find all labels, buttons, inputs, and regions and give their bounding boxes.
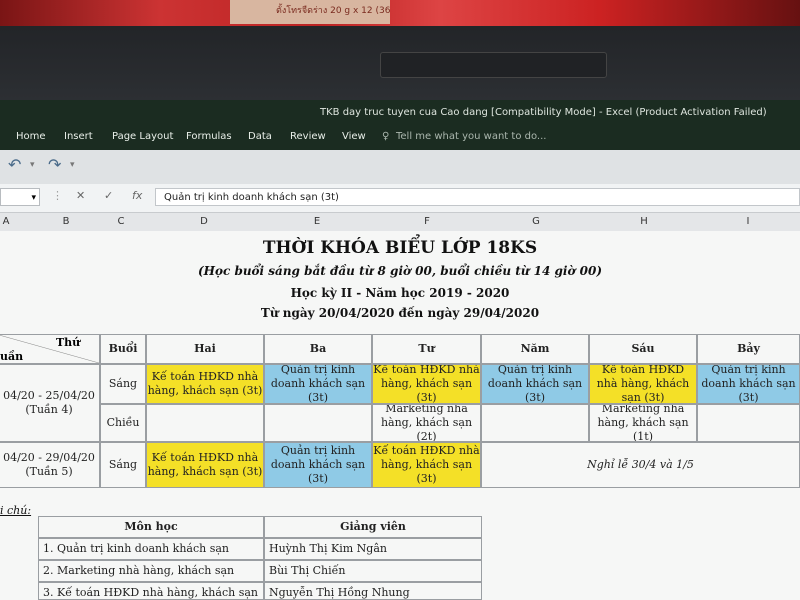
background-objects bbox=[0, 0, 800, 26]
day-header-sau[interactable]: Sáu bbox=[589, 334, 697, 364]
col-header-a[interactable]: A bbox=[0, 216, 16, 227]
w1-morning-nam[interactable]: Quản trị kinh doanh khách sạn (3t) bbox=[481, 364, 589, 404]
session-header[interactable]: Buổi bbox=[100, 334, 146, 364]
tab-formulas[interactable]: Formulas bbox=[186, 131, 232, 142]
day-header-hai[interactable]: Hai bbox=[146, 334, 264, 364]
legend-header-subject[interactable]: Môn học bbox=[38, 516, 264, 538]
insert-function-icon[interactable]: fx bbox=[132, 189, 142, 202]
legend-header-teacher[interactable]: Giảng viên bbox=[264, 516, 482, 538]
w2-morning-ba[interactable]: Quản trị kinh doanh khách sạn (3t) bbox=[264, 442, 372, 488]
col-header-f[interactable]: F bbox=[417, 216, 437, 227]
legend-subject-2[interactable]: 2. Marketing nhà hàng, khách sạn bbox=[38, 560, 264, 582]
corner-week-label: uần bbox=[0, 350, 24, 363]
col-header-b[interactable]: B bbox=[56, 216, 76, 227]
w1-morning-bay[interactable]: Quản trị kinh doanh khách sạn (3t) bbox=[697, 364, 800, 404]
legend-subject-1[interactable]: 1. Quản trị kinh doanh khách sạn bbox=[38, 538, 264, 560]
w2-morning-tu[interactable]: Kế toán HĐKD nhà hàng, khách sạn (3t) bbox=[372, 442, 481, 488]
day-header-ba[interactable]: Ba bbox=[264, 334, 372, 364]
ribbon-tabs: Home Insert Page Layout Formulas Data Re… bbox=[0, 128, 800, 150]
corner-day-label: Thứ bbox=[56, 336, 81, 349]
week-2-label[interactable]: 04/20 - 29/04/20 (Tuần 5) bbox=[0, 442, 100, 488]
quick-access-toolbar: ↶ ▾ ↷ ▾ bbox=[0, 150, 800, 184]
w2-morning-hai[interactable]: Kế toán HĐKD nhà hàng, khách sạn (3t) bbox=[146, 442, 264, 488]
week-1-afternoon[interactable]: Chiều bbox=[100, 404, 146, 442]
w1-afternoon-hai[interactable] bbox=[146, 404, 264, 442]
tab-insert[interactable]: Insert bbox=[64, 131, 93, 142]
w1-morning-sau[interactable]: Kế toán HĐKD nhà hàng, khách sạn (3t) bbox=[589, 364, 697, 404]
tab-home[interactable]: Home bbox=[16, 131, 46, 142]
tab-view[interactable]: View bbox=[342, 131, 366, 142]
w1-morning-hai[interactable]: Kế toán HĐKD nhà hàng, khách sạn (3t) bbox=[146, 364, 264, 404]
w1-afternoon-nam[interactable] bbox=[481, 404, 589, 442]
tab-data[interactable]: Data bbox=[248, 131, 272, 142]
legend-teacher-3[interactable]: Nguyễn Thị Hồng Nhung bbox=[264, 582, 482, 600]
week-2-morning[interactable]: Sáng bbox=[100, 442, 146, 488]
undo-icon[interactable]: ↶ bbox=[8, 155, 21, 174]
col-header-d[interactable]: D bbox=[194, 216, 214, 227]
date-range: Từ ngày 20/04/2020 đến ngày 29/04/2020 bbox=[260, 306, 540, 320]
monitor-bezel: ตั้งโทรจืดร่าง 20 g x 12 (36) bbox=[0, 0, 800, 100]
tell-me-search[interactable]: Tell me what you want to do... bbox=[396, 131, 546, 142]
notes-label: i chú: bbox=[0, 504, 32, 517]
semester: Học kỳ II - Năm học 2019 - 2020 bbox=[290, 286, 510, 300]
name-box[interactable]: ▾ bbox=[0, 188, 40, 206]
col-header-i[interactable]: I bbox=[738, 216, 758, 227]
lightbulb-icon: ♀ bbox=[382, 131, 390, 142]
w1-morning-tu[interactable]: Kế toán HĐKD nhà hàng, khách sạn (3t) bbox=[372, 364, 481, 404]
w1-afternoon-bay[interactable] bbox=[697, 404, 800, 442]
legend-subject-3[interactable]: 3. Kế toán HĐKD nhà hàng, khách sạn bbox=[38, 582, 264, 600]
col-header-e[interactable]: E bbox=[307, 216, 327, 227]
legend-teacher-2[interactable]: Bùi Thị Chiến bbox=[264, 560, 482, 582]
tab-review[interactable]: Review bbox=[290, 131, 326, 142]
day-header-nam[interactable]: Năm bbox=[481, 334, 589, 364]
holiday-note[interactable]: Nghỉ lễ 30/4 và 1/5 bbox=[481, 442, 800, 488]
w1-morning-ba[interactable]: Quản trị kinh doanh khách sạn (3t) bbox=[264, 364, 372, 404]
title-bar: TKB day truc tuyen cua Cao dang [Compati… bbox=[0, 100, 800, 128]
undo-dropdown-icon[interactable]: ▾ bbox=[30, 160, 35, 170]
col-header-c[interactable]: C bbox=[111, 216, 131, 227]
page-title: THỜI KHÓA BIỂU LỚP 18KS bbox=[262, 238, 538, 258]
col-header-g[interactable]: G bbox=[526, 216, 546, 227]
w1-afternoon-tu[interactable]: Marketing nhà hàng, khách sạn (2t) bbox=[372, 404, 481, 442]
column-headers: A B C D E F G H I bbox=[0, 213, 800, 232]
more-options-icon: ⋮ bbox=[52, 189, 63, 202]
redo-icon[interactable]: ↷ bbox=[48, 155, 61, 174]
day-header-bay[interactable]: Bảy bbox=[697, 334, 800, 364]
day-header-tu[interactable]: Tư bbox=[372, 334, 481, 364]
legend-teacher-1[interactable]: Huỳnh Thị Kim Ngân bbox=[264, 538, 482, 560]
background-package: ตั้งโทรจืดร่าง 20 g x 12 (36) bbox=[230, 0, 390, 24]
col-header-h[interactable]: H bbox=[634, 216, 654, 227]
subtitle: (Học buổi sáng bắt đầu từ 8 giờ 00, buổi… bbox=[197, 264, 603, 278]
window-title: TKB day truc tuyen cua Cao dang [Compati… bbox=[320, 107, 767, 118]
bezel-slot bbox=[380, 52, 607, 78]
week-1-label[interactable]: 04/20 - 25/04/20 (Tuần 4) bbox=[0, 364, 100, 442]
cancel-icon[interactable]: ✕ bbox=[76, 189, 85, 202]
formula-input[interactable]: Quản trị kinh doanh khách sạn (3t) bbox=[155, 188, 800, 206]
w1-afternoon-sau[interactable]: Marketing nhà hàng, khách sạn (1t) bbox=[589, 404, 697, 442]
enter-icon[interactable]: ✓ bbox=[104, 189, 113, 202]
customize-qat-icon[interactable]: ▾ bbox=[70, 160, 75, 170]
formula-bar: ▾ ⋮ ✕ ✓ fx Quản trị kinh doanh khách sạn… bbox=[0, 184, 800, 213]
week-1-morning[interactable]: Sáng bbox=[100, 364, 146, 404]
tab-page-layout[interactable]: Page Layout bbox=[112, 131, 173, 142]
w1-afternoon-ba[interactable] bbox=[264, 404, 372, 442]
